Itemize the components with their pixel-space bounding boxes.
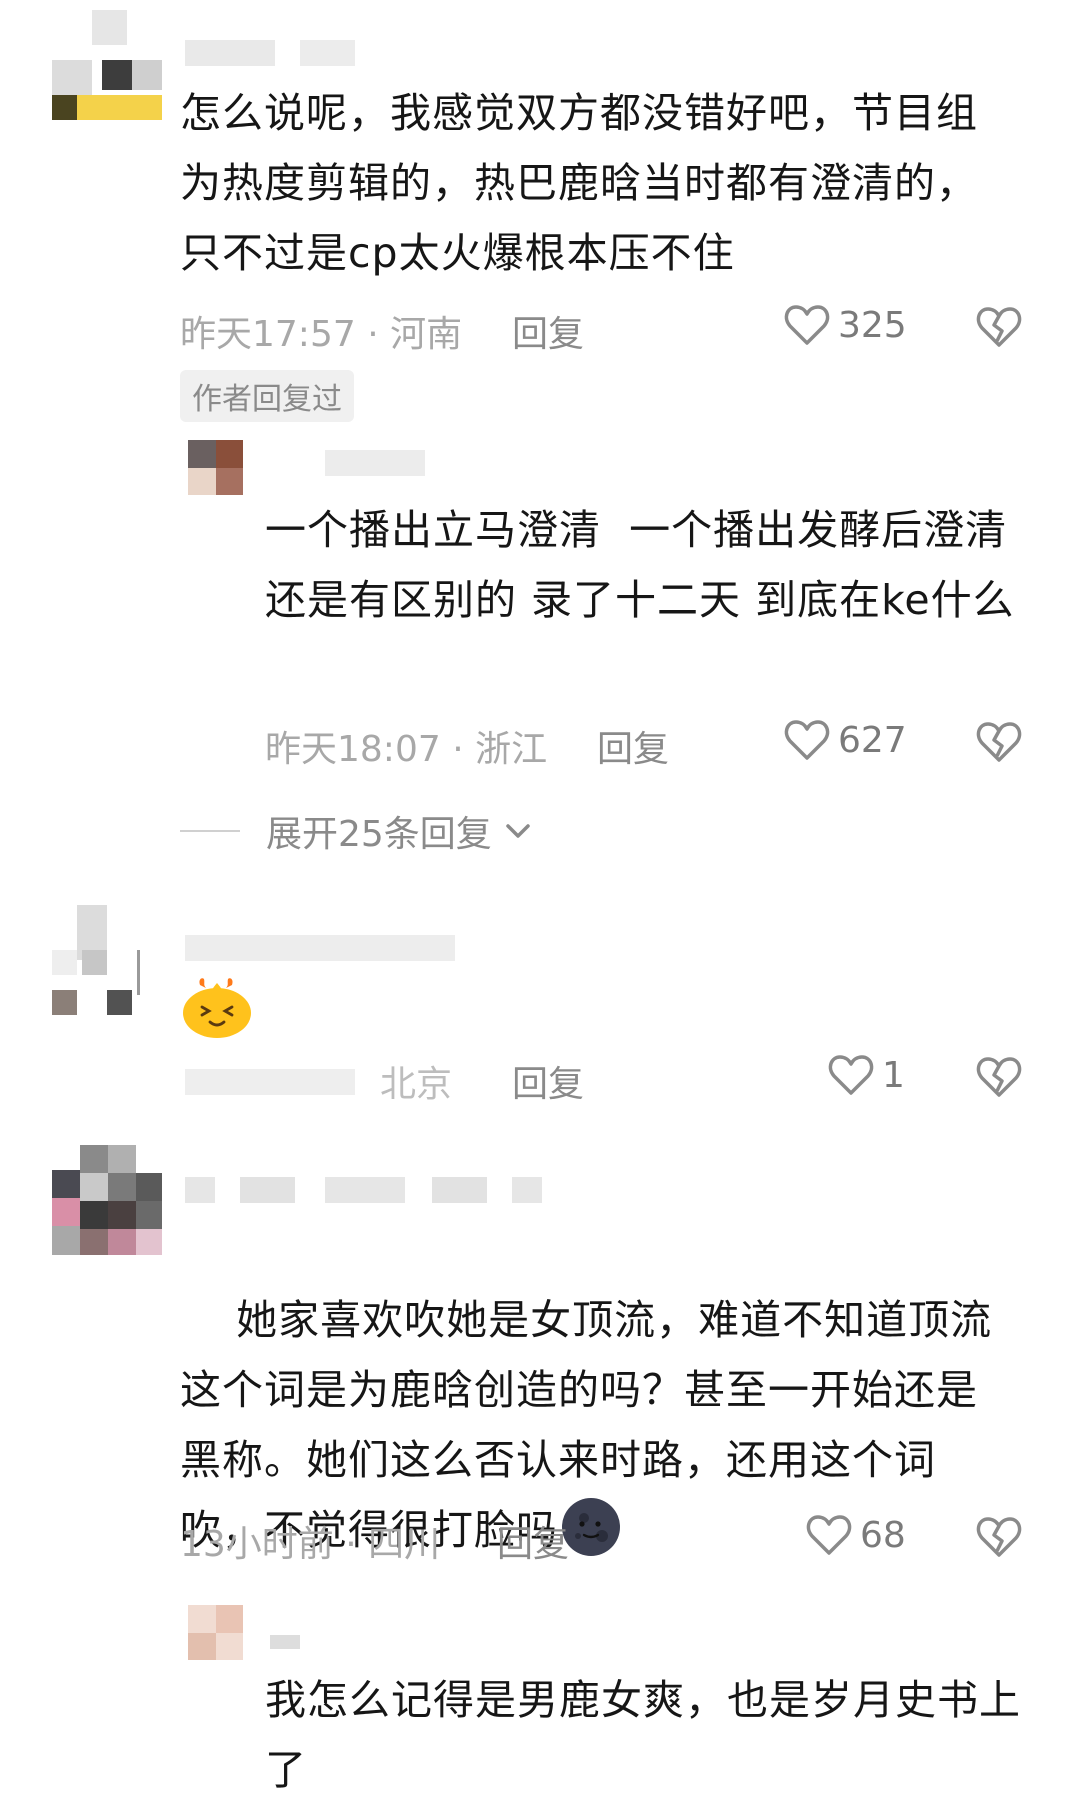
username[interactable] bbox=[185, 40, 275, 66]
comment-location: 北京 bbox=[380, 1064, 453, 1105]
blurred-time bbox=[185, 1069, 355, 1095]
like-button[interactable]: 1 bbox=[828, 1053, 905, 1097]
like-count: 627 bbox=[838, 719, 907, 761]
meta-separator: · bbox=[367, 314, 379, 355]
comment-text: 怎么说呢，我感觉双方都没错好吧，节目组为热度剪辑的，热巴鹿晗当时都有澄清的，只不… bbox=[180, 89, 978, 277]
avatar[interactable] bbox=[52, 10, 162, 120]
expand-replies-label: 展开25条回复 bbox=[266, 814, 492, 855]
dislike-button[interactable] bbox=[976, 1515, 1022, 1563]
comment-location: 四川 bbox=[368, 1524, 441, 1565]
like-count: 325 bbox=[838, 304, 907, 346]
reply-meta: 昨天18:07 · 浙江 bbox=[265, 720, 547, 772]
dislike-button[interactable] bbox=[976, 305, 1022, 353]
fire-face-emoji bbox=[183, 978, 251, 1038]
broken-heart-icon bbox=[976, 1057, 1022, 1097]
avatar[interactable] bbox=[188, 440, 243, 495]
username-extra bbox=[432, 1177, 487, 1203]
reply-time: 昨天18:07 bbox=[265, 729, 441, 770]
comment-meta: 北京 bbox=[180, 1055, 452, 1107]
meta-separator: · bbox=[452, 729, 464, 770]
comment-time: 昨天17:57 bbox=[180, 314, 356, 355]
like-button[interactable]: 627 bbox=[784, 718, 907, 762]
comment-location: 河南 bbox=[390, 314, 463, 355]
broken-heart-icon bbox=[976, 307, 1022, 347]
like-count: 1 bbox=[882, 1054, 905, 1096]
reply-button[interactable]: 回复 bbox=[512, 305, 584, 357]
heart-icon bbox=[784, 305, 830, 345]
username-extra bbox=[512, 1177, 542, 1203]
avatar[interactable] bbox=[188, 1605, 243, 1660]
expand-replies-button[interactable]: 展开25条回复 bbox=[180, 805, 536, 857]
like-button[interactable]: 325 bbox=[784, 303, 907, 347]
like-button[interactable]: 68 bbox=[806, 1513, 906, 1557]
username-extra bbox=[240, 1177, 295, 1203]
username[interactable] bbox=[185, 935, 455, 961]
username[interactable] bbox=[325, 450, 425, 476]
username-extra bbox=[300, 40, 355, 66]
reply-text: 一个播出立马澄清 一个播出发酵后澄清还是有区别的 录了十二天 到底在ke什么 bbox=[265, 506, 1015, 624]
reply-text: 我怎么记得是男鹿女爽，也是岁月史书上了 bbox=[265, 1676, 1021, 1794]
broken-heart-icon bbox=[976, 1517, 1022, 1557]
broken-heart-icon bbox=[976, 722, 1022, 762]
author-replied-badge: 作者回复过 bbox=[180, 370, 354, 422]
meta-separator: · bbox=[345, 1524, 357, 1565]
heart-icon bbox=[806, 1515, 852, 1555]
reply-button[interactable]: 回复 bbox=[597, 720, 669, 772]
username[interactable] bbox=[185, 1177, 215, 1203]
username[interactable] bbox=[270, 1635, 300, 1649]
heart-icon bbox=[828, 1055, 874, 1095]
avatar[interactable] bbox=[52, 1145, 162, 1255]
like-count: 68 bbox=[860, 1514, 906, 1556]
username-extra bbox=[325, 1177, 405, 1203]
comment-meta: 昨天17:57 · 河南 bbox=[180, 305, 462, 357]
chevron-down-icon bbox=[506, 824, 530, 838]
emoji-comment bbox=[180, 975, 254, 1043]
comment-text: 她家喜欢吹她是女顶流，难道不知道顶流这个词是为鹿晗创造的吗？甚至一开始还是黑称。… bbox=[180, 1215, 1000, 1635]
dislike-button[interactable] bbox=[976, 720, 1022, 768]
reply-button[interactable]: 回复 bbox=[512, 1055, 584, 1107]
reply-location: 浙江 bbox=[475, 729, 548, 770]
avatar[interactable] bbox=[52, 905, 162, 1015]
dislike-button[interactable] bbox=[976, 1055, 1022, 1103]
comment-time: 13小时前 bbox=[180, 1524, 334, 1565]
dark-moon-emoji bbox=[562, 1498, 620, 1556]
reply-button[interactable]: 回复 bbox=[497, 1515, 569, 1567]
comment-meta: 13小时前 · 四川 bbox=[180, 1515, 440, 1567]
heart-icon bbox=[784, 720, 830, 760]
divider bbox=[180, 830, 240, 832]
